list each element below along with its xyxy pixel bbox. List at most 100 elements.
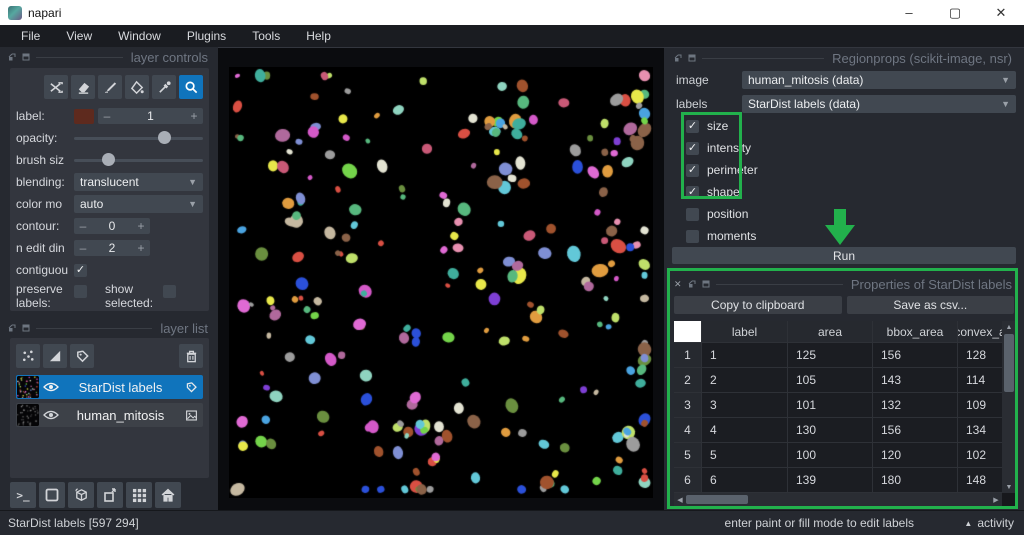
dock-float-icon[interactable] <box>688 280 696 288</box>
new-points-layer-button[interactable] <box>16 344 40 368</box>
scroll-left-icon[interactable]: ◀ <box>674 496 686 504</box>
home-reset-view-button[interactable] <box>155 482 181 508</box>
run-button[interactable]: Run <box>672 247 1016 264</box>
column-header-convex_a[interactable]: convex_a <box>958 321 1002 343</box>
dock-hide-icon[interactable] <box>702 280 710 288</box>
n-edit-dim-spinbox[interactable]: – 2 + <box>74 240 150 256</box>
menu-window[interactable]: Window <box>105 26 174 46</box>
vertical-scrollbar[interactable]: ▲ <box>1002 321 1016 493</box>
n-edit-dim-decrement-button[interactable]: – <box>74 241 92 255</box>
menu-tools[interactable]: Tools <box>239 26 293 46</box>
table-cell[interactable]: 2 <box>702 368 788 393</box>
dock-float-icon[interactable] <box>8 324 16 332</box>
table-cell[interactable]: 3 <box>702 393 788 418</box>
table-row[interactable]: 55100120102 <box>674 443 1002 468</box>
horizontal-scrollbar[interactable]: ◀ ▶ <box>674 493 1002 506</box>
table-cell[interactable]: 101 <box>788 393 873 418</box>
table-cell[interactable]: 109 <box>958 393 1002 418</box>
preserve-labels-checkbox[interactable] <box>74 285 87 298</box>
fill-bucket-button[interactable] <box>125 75 149 99</box>
table-cell[interactable]: 4 <box>702 418 788 443</box>
grid-view-button[interactable] <box>126 482 152 508</box>
scroll-down-icon[interactable]: ▼ <box>1006 481 1013 493</box>
row-header[interactable]: 6 <box>674 468 702 493</box>
transpose-dimensions-button[interactable] <box>97 482 123 508</box>
label-increment-button[interactable]: + <box>185 109 203 123</box>
table-row[interactable]: 44130156134 <box>674 418 1002 443</box>
table-cell[interactable]: 120 <box>873 443 958 468</box>
table-row[interactable]: 33101132109 <box>674 393 1002 418</box>
table-cell[interactable]: 139 <box>788 468 873 493</box>
menu-plugins[interactable]: Plugins <box>174 26 239 46</box>
row-header[interactable]: 1 <box>674 343 702 368</box>
row-header[interactable]: 4 <box>674 418 702 443</box>
labels-select-dropdown[interactable]: StarDist labels (data) ▼ <box>742 95 1016 113</box>
console-button[interactable]: >_ <box>10 482 36 508</box>
save-as-csv-button[interactable]: Save as csv... <box>847 296 1015 314</box>
position-checkbox[interactable] <box>686 208 699 221</box>
scrollbar-thumb[interactable] <box>686 495 748 504</box>
row-header[interactable]: 5 <box>674 443 702 468</box>
label-decrement-button[interactable]: – <box>98 109 116 123</box>
dock-hide-icon[interactable] <box>688 54 696 62</box>
table-cell[interactable]: 180 <box>873 468 958 493</box>
table-cell[interactable]: 156 <box>873 343 958 368</box>
viewer-canvas-area[interactable] <box>218 47 664 510</box>
minimize-button[interactable]: – <box>886 0 932 25</box>
table-cell[interactable]: 132 <box>873 393 958 418</box>
opacity-slider[interactable] <box>74 130 203 146</box>
table-cell[interactable]: 156 <box>873 418 958 443</box>
contiguous-checkbox[interactable]: ✓ <box>74 264 87 277</box>
shape-checkbox[interactable]: ✓ <box>686 186 699 199</box>
visibility-eye-icon[interactable] <box>40 409 62 421</box>
table-cell[interactable]: 114 <box>958 368 1002 393</box>
menu-file[interactable]: File <box>8 26 53 46</box>
table-row[interactable]: 11125156128 <box>674 343 1002 368</box>
column-header-label[interactable]: label <box>702 321 788 343</box>
n-edit-dim-increment-button[interactable]: + <box>132 241 150 255</box>
menu-help[interactable]: Help <box>293 26 344 46</box>
column-header-area[interactable]: area <box>788 321 873 343</box>
contour-value[interactable]: 0 <box>92 219 132 233</box>
n-edit-dim-value[interactable]: 2 <box>92 241 132 255</box>
scrollbar-thumb[interactable] <box>1004 334 1014 392</box>
contour-increment-button[interactable]: + <box>132 219 150 233</box>
scroll-up-icon[interactable]: ▲ <box>1006 321 1013 333</box>
intensity-checkbox[interactable]: ✓ <box>686 142 699 155</box>
zoom-button[interactable] <box>179 75 203 99</box>
table-cell[interactable]: 134 <box>958 418 1002 443</box>
dock-hide-icon[interactable] <box>22 324 30 332</box>
copy-to-clipboard-button[interactable]: Copy to clipboard <box>674 296 842 314</box>
row-header[interactable]: 2 <box>674 368 702 393</box>
new-shapes-layer-button[interactable] <box>43 344 67 368</box>
table-cell[interactable]: 5 <box>702 443 788 468</box>
moments-checkbox[interactable] <box>686 230 699 243</box>
label-value[interactable]: 1 <box>116 109 185 123</box>
color-mode-dropdown[interactable]: auto ▼ <box>74 195 203 213</box>
size-checkbox[interactable]: ✓ <box>686 120 699 133</box>
table-cell[interactable]: 105 <box>788 368 873 393</box>
table-cell[interactable]: 100 <box>788 443 873 468</box>
maximize-button[interactable]: ▢ <box>932 0 978 25</box>
table-cell[interactable]: 143 <box>873 368 958 393</box>
image-canvas[interactable] <box>229 67 653 498</box>
shuffle-colors-button[interactable] <box>44 75 68 99</box>
dock-float-icon[interactable] <box>8 53 16 61</box>
menu-view[interactable]: View <box>53 26 105 46</box>
label-color-swatch[interactable] <box>74 109 94 124</box>
activity-toggle[interactable]: ▲ activity <box>964 516 1014 530</box>
close-panel-icon[interactable]: ✕ <box>674 279 682 290</box>
ndisplay-toggle-button[interactable] <box>39 482 65 508</box>
delete-layer-button[interactable] <box>179 344 203 368</box>
perimeter-checkbox[interactable]: ✓ <box>686 164 699 177</box>
dock-hide-icon[interactable] <box>22 53 30 61</box>
contour-spinbox[interactable]: – 0 + <box>74 218 150 234</box>
eraser-button[interactable] <box>71 75 95 99</box>
label-spinbox[interactable]: – 1 + <box>98 108 203 124</box>
layer-item-human-mitosis[interactable]: human_mitosis <box>16 403 203 427</box>
table-cell[interactable]: 1 <box>702 343 788 368</box>
table-row[interactable]: 66139180148 <box>674 468 1002 493</box>
dock-float-icon[interactable] <box>674 54 682 62</box>
table-cell[interactable]: 102 <box>958 443 1002 468</box>
table-cell[interactable]: 130 <box>788 418 873 443</box>
